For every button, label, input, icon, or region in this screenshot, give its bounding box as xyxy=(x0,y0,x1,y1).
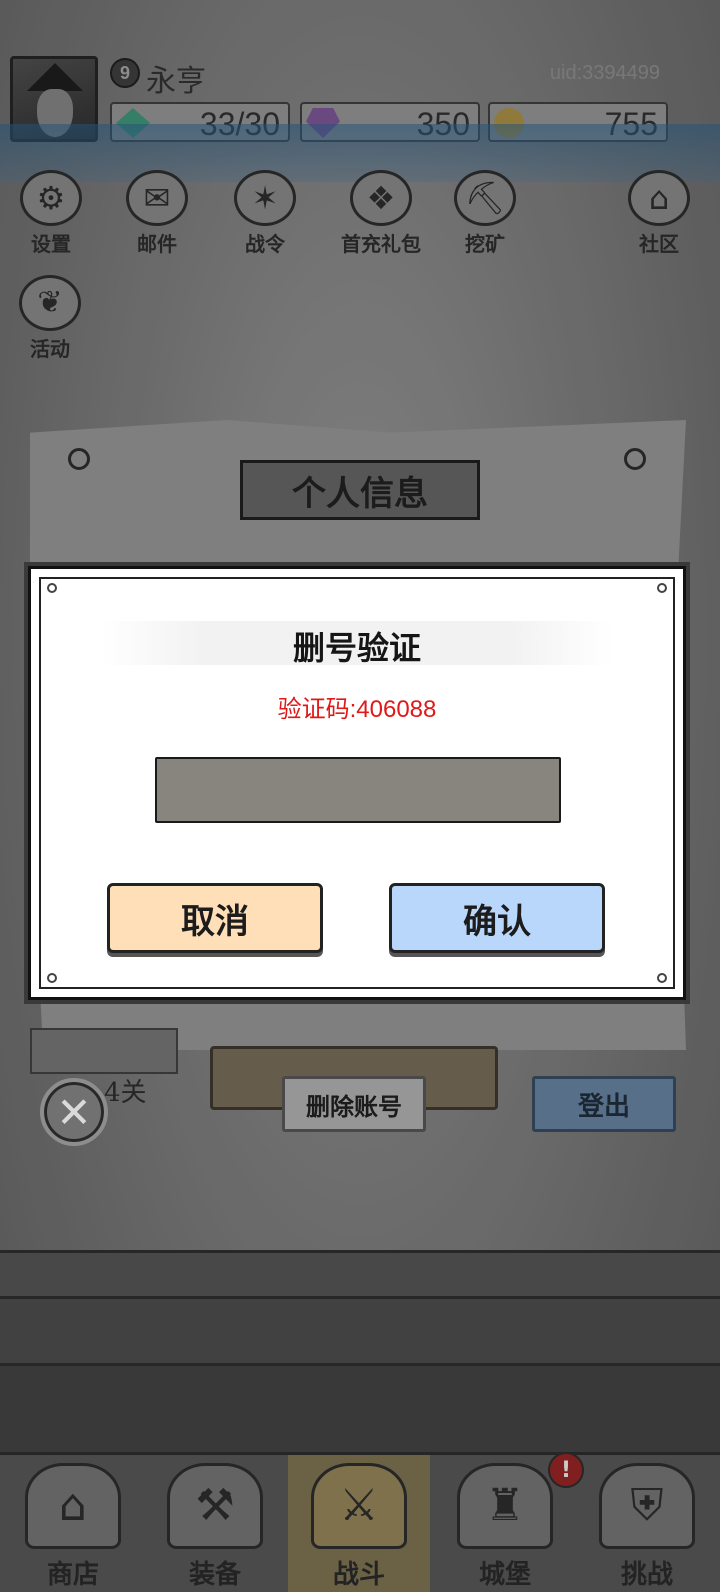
dialog-corner-dot xyxy=(47,583,57,593)
cancel-button[interactable]: 取消 xyxy=(107,883,323,953)
verification-code-text: 验证码:406088 xyxy=(277,696,437,723)
dialog-corner-dot xyxy=(657,583,667,593)
confirm-button[interactable]: 确认 xyxy=(389,883,605,953)
delete-account-verify-dialog: 删号验证 验证码:406088 取消 确认 xyxy=(28,566,686,1000)
dialog-title: 删号验证 xyxy=(292,629,421,667)
verification-code-input[interactable] xyxy=(155,757,561,823)
dialog-corner-dot xyxy=(657,973,667,983)
dialog-corner-dot xyxy=(47,973,57,983)
game-background: 9 永亨 uid:3394499 33/30 350 755 ⚙ 设置 ✉ 邮件… xyxy=(0,0,720,1592)
